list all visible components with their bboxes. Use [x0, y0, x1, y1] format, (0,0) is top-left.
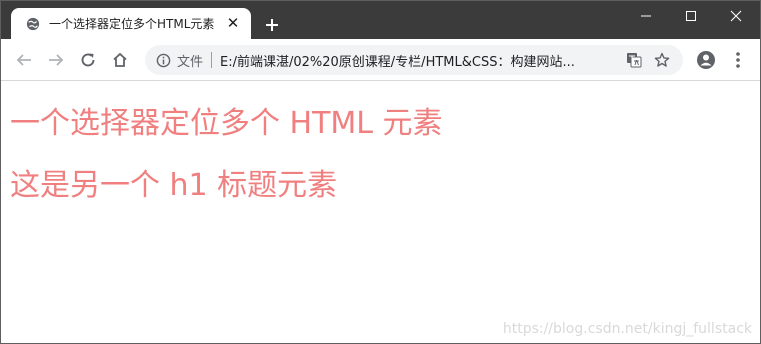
translate-icon[interactable] — [623, 49, 645, 71]
address-bar[interactable]: 文件 E:/前端课湛/02%20原创课程/专栏/HTML&CSS：构建网站... — [145, 45, 683, 75]
profile-button[interactable] — [695, 49, 717, 71]
home-button[interactable] — [109, 49, 131, 71]
site-info-label[interactable]: 文件 — [177, 51, 203, 70]
omnibox-divider — [211, 52, 213, 68]
minimize-button[interactable] — [623, 1, 669, 31]
reload-button[interactable] — [77, 49, 99, 71]
maximize-button[interactable] — [668, 1, 714, 31]
heading-2: 这是另一个 h1 标题元素 — [10, 168, 338, 203]
browser-window: 一个选择器定位多个HTML元素 ✕ 文件 E:/前端课湛/02%20原创课程/专… — [0, 0, 761, 344]
new-tab-button[interactable] — [261, 14, 283, 36]
plus-icon — [266, 19, 278, 31]
browser-toolbar: 文件 E:/前端课湛/02%20原创课程/专栏/HTML&CSS：构建网站... — [1, 39, 760, 81]
back-button[interactable] — [13, 49, 35, 71]
close-icon[interactable]: ✕ — [225, 16, 241, 32]
page-content: 一个选择器定位多个 HTML 元素 这是另一个 h1 标题元素 https://… — [1, 82, 760, 343]
reload-icon — [81, 53, 95, 67]
info-icon[interactable] — [155, 52, 171, 68]
arrow-right-icon — [49, 54, 64, 66]
tab-strip: 一个选择器定位多个HTML元素 ✕ — [1, 1, 760, 39]
account-icon — [697, 51, 715, 69]
minimize-icon — [641, 15, 651, 17]
tab-title: 一个选择器定位多个HTML元素 — [49, 17, 215, 31]
home-icon — [113, 52, 127, 67]
menu-button[interactable] — [727, 49, 749, 71]
heading-1: 一个选择器定位多个 HTML 元素 — [10, 106, 443, 141]
more-vert-icon — [736, 52, 740, 68]
close-icon — [730, 10, 742, 22]
globe-icon — [25, 16, 41, 32]
watermark: https://blog.csdn.net/kingj_fullstack — [502, 321, 752, 337]
window-close-button[interactable] — [713, 1, 759, 31]
forward-button[interactable] — [45, 49, 67, 71]
star-icon[interactable] — [651, 49, 673, 71]
browser-tab[interactable]: 一个选择器定位多个HTML元素 ✕ — [11, 8, 251, 39]
maximize-icon — [686, 11, 696, 21]
url-text[interactable]: E:/前端课湛/02%20原创课程/专栏/HTML&CSS：构建网站... — [220, 51, 617, 70]
arrow-left-icon — [16, 54, 31, 66]
